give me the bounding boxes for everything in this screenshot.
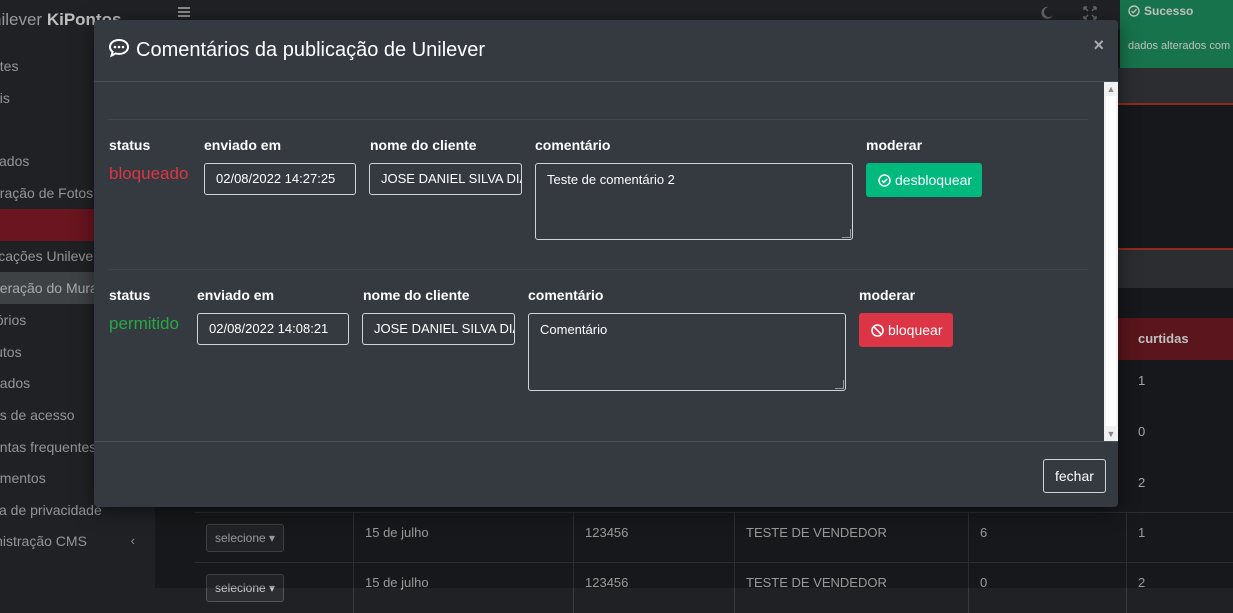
row-divider	[108, 119, 1088, 120]
unblock-button-label: desbloquear	[895, 172, 973, 188]
scroll-down-arrow[interactable]: ▼	[1104, 427, 1118, 441]
modal-title: Comentários da publicação de Unilever	[108, 38, 485, 64]
modal-body: status enviado em nome do cliente coment…	[94, 82, 1118, 441]
label-moderate: moderar	[859, 287, 916, 303]
label-comment: comentário	[535, 137, 611, 153]
customer-name-field[interactable]: JOSE DANIEL SILVA DIAS	[362, 313, 515, 345]
label-moderate: moderar	[866, 137, 923, 153]
customer-name-field[interactable]: JOSE DANIEL SILVA DIAS	[369, 163, 522, 195]
comment-text: Comentário	[540, 322, 608, 337]
comment-textarea[interactable]: Teste de comentário 2	[535, 163, 853, 240]
label-sent-at: enviado em	[197, 287, 275, 303]
scroll-thumb[interactable]	[1106, 96, 1116, 426]
close-button[interactable]: fechar	[1043, 459, 1106, 493]
resize-handle[interactable]	[842, 229, 851, 238]
check-circle-icon	[878, 165, 891, 199]
label-status: status	[109, 287, 151, 303]
modal-footer: fechar	[94, 441, 1118, 508]
label-status: status	[109, 137, 151, 153]
close-icon[interactable]: ×	[1093, 35, 1104, 56]
sent-at-field[interactable]: 02/08/2022 14:08:21	[197, 313, 349, 345]
sent-at-field[interactable]: 02/08/2022 14:27:25	[204, 163, 356, 195]
comment-icon	[108, 38, 130, 64]
label-customer: nome do cliente	[370, 137, 477, 153]
row-divider	[108, 269, 1088, 270]
status-badge-allowed: permitido	[109, 314, 179, 333]
label-comment: comentário	[528, 287, 604, 303]
comments-modal: Comentários da publicação de Unilever × …	[94, 20, 1118, 507]
label-customer: nome do cliente	[363, 287, 470, 303]
status-badge-blocked: bloqueado	[109, 164, 189, 183]
comment-textarea[interactable]: Comentário	[528, 313, 846, 391]
scroll-up-arrow[interactable]: ▲	[1104, 82, 1118, 96]
ban-icon	[871, 315, 884, 349]
modal-title-text: Comentários da publicação de Unilever	[136, 39, 486, 61]
block-button[interactable]: bloquear	[859, 313, 953, 347]
label-sent-at: enviado em	[204, 137, 282, 153]
modal-scrollbar[interactable]: ▲ ▼	[1104, 82, 1118, 441]
comment-text: Teste de comentário 2	[547, 172, 675, 187]
block-button-label: bloquear	[888, 322, 943, 338]
resize-handle[interactable]	[835, 380, 844, 389]
unblock-button[interactable]: desbloquear	[866, 163, 983, 199]
modal-header: Comentários da publicação de Unilever ×	[94, 20, 1118, 82]
